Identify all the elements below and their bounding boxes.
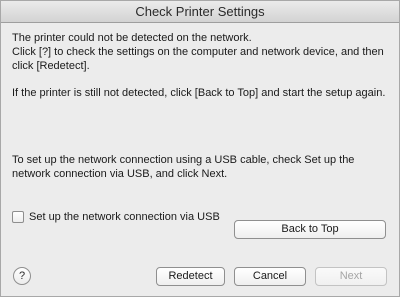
cancel-button[interactable]: Cancel: [234, 267, 306, 286]
title-bar: Check Printer Settings: [1, 1, 399, 23]
usb-setup-checkbox[interactable]: [12, 211, 24, 223]
back-to-top-button[interactable]: Back to Top: [234, 220, 386, 239]
usb-option-row[interactable]: Set up the network connection via USB: [12, 210, 220, 224]
help-icon[interactable]: ?: [13, 267, 31, 285]
redetect-button[interactable]: Redetect: [156, 267, 225, 286]
message-paragraph-1: The printer could not be detected on the…: [12, 32, 384, 72]
dialog-window: Check Printer Settings The printer could…: [0, 0, 400, 297]
usb-setup-checkbox-label[interactable]: Set up the network connection via USB: [29, 211, 220, 223]
message-paragraph-2: If the printer is still not detected, cl…: [12, 87, 386, 99]
message-paragraph-3: To set up the network connection using a…: [12, 154, 355, 180]
window-title: Check Printer Settings: [135, 4, 265, 19]
next-button[interactable]: Next: [315, 267, 387, 286]
